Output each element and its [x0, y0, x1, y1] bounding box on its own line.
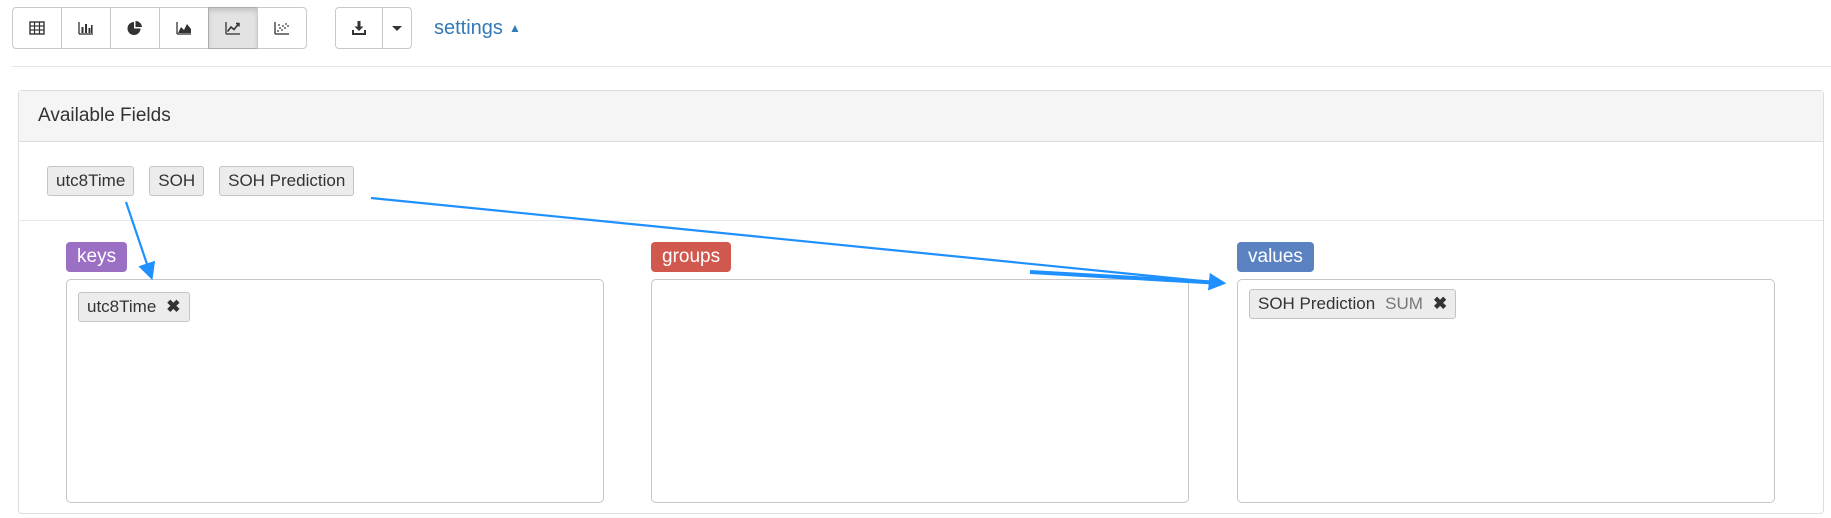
bar-chart-button[interactable] — [61, 7, 111, 49]
download-options-button[interactable] — [382, 7, 412, 49]
chart-type-group — [12, 7, 307, 49]
settings-label: settings — [434, 16, 503, 39]
caret-up-icon: ▲ — [508, 21, 521, 35]
toolbar-divider — [12, 66, 1831, 67]
keys-label: keys — [66, 242, 128, 272]
groups-zone: groups — [651, 242, 1189, 503]
settings-link[interactable]: settings ▲ — [434, 17, 521, 40]
settings-panel: Available Fields utc8Time SOH SOH Predic… — [18, 90, 1824, 514]
values-item-label: SOH Prediction — [1258, 294, 1376, 313]
available-fields-list: utc8Time SOH SOH Prediction — [47, 166, 355, 196]
panel-title: Available Fields — [38, 105, 171, 126]
chart-toolbar: settings ▲ — [12, 6, 521, 50]
pie-chart-icon — [127, 20, 142, 35]
remove-icon[interactable]: ✖ — [1433, 294, 1447, 314]
values-dropzone[interactable]: SOH Prediction SUM ✖ — [1237, 279, 1775, 503]
table-view-button[interactable] — [12, 7, 62, 49]
scatter-chart-button[interactable] — [257, 7, 307, 49]
keys-item-label: utc8Time — [87, 297, 157, 316]
field-chip-soh[interactable]: SOH — [149, 166, 205, 196]
field-chip-soh-prediction[interactable]: SOH Prediction — [219, 166, 355, 196]
download-icon — [352, 21, 366, 35]
values-item[interactable]: SOH Prediction SUM ✖ — [1249, 289, 1457, 319]
table-icon — [29, 21, 45, 35]
groups-label: groups — [651, 242, 732, 272]
line-chart-button[interactable] — [208, 7, 258, 49]
aggregation-label[interactable]: SUM — [1385, 294, 1423, 314]
caret-down-icon — [392, 26, 402, 31]
field-chip-utc8time[interactable]: utc8Time — [47, 166, 135, 196]
download-button[interactable] — [335, 7, 383, 49]
values-zone: values SOH Prediction SUM ✖ — [1237, 242, 1775, 503]
keys-zone: keys utc8Time ✖ — [66, 242, 604, 503]
values-label: values — [1237, 242, 1314, 272]
pie-chart-button[interactable] — [110, 7, 160, 49]
area-chart-icon — [176, 22, 191, 35]
scatter-chart-icon — [274, 22, 289, 35]
bar-chart-icon — [78, 22, 93, 35]
download-group — [335, 7, 412, 49]
keys-item[interactable]: utc8Time ✖ — [78, 292, 190, 322]
area-chart-button[interactable] — [159, 7, 209, 49]
fields-separator — [19, 220, 1823, 221]
keys-dropzone[interactable]: utc8Time ✖ — [66, 279, 604, 503]
line-chart-icon — [225, 22, 240, 35]
groups-dropzone[interactable] — [651, 279, 1189, 503]
remove-icon[interactable]: ✖ — [166, 297, 180, 317]
panel-heading: Available Fields — [19, 91, 1823, 142]
